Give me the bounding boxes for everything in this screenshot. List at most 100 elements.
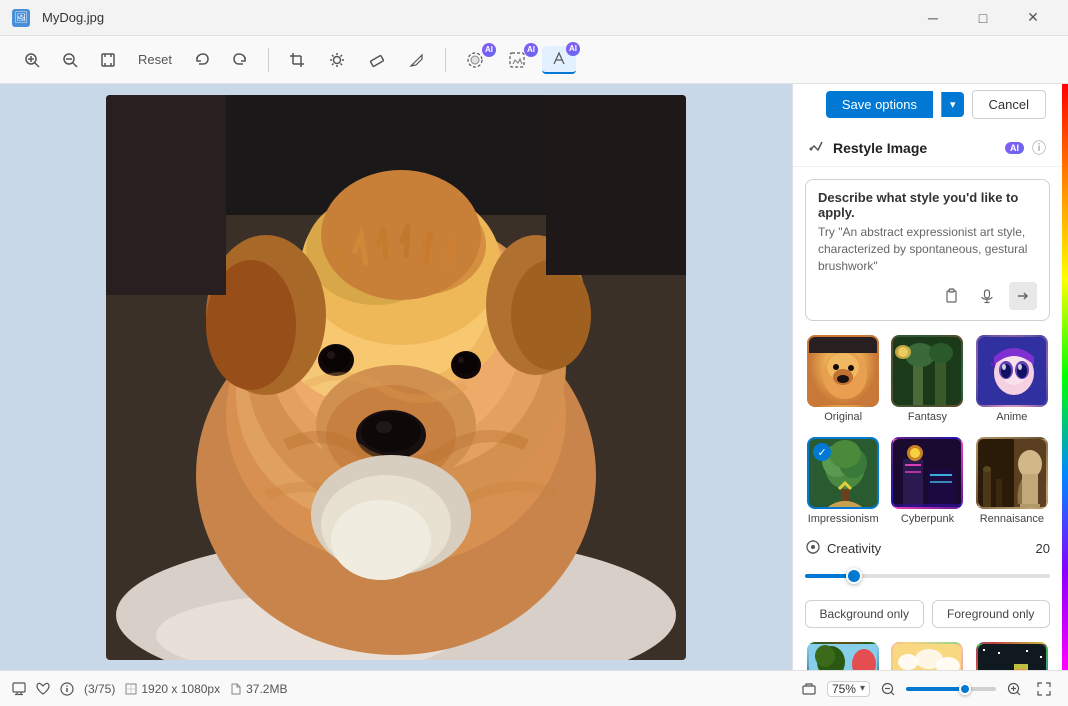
heart-icon-item[interactable] <box>36 682 50 696</box>
paste-icon-button[interactable] <box>937 282 965 310</box>
cancel-button[interactable]: Cancel <box>972 90 1046 119</box>
style-papercraft[interactable]: Paper Craft <box>889 642 965 670</box>
cancel-label: Cancel <box>989 97 1029 112</box>
style-label-fantasy: Fantasy <box>908 411 947 423</box>
slider-thumb[interactable] <box>846 568 862 584</box>
brightness-tool-button[interactable] <box>321 44 353 76</box>
app-icon-glyph: 🖼 <box>14 11 28 24</box>
style-grid-row3: Surrealism <box>805 642 1050 670</box>
ai-badge-restyle: AI <box>566 42 580 56</box>
style-rennaisance[interactable]: Rennaisance <box>974 437 1050 525</box>
style-thumb-rennaisance <box>976 437 1048 509</box>
info-circle-icon <box>60 682 74 696</box>
mic-icon-button[interactable] <box>973 282 1001 310</box>
zoom-slider-thumb[interactable] <box>959 683 971 695</box>
zoom-slider-track <box>906 687 996 691</box>
prompt-actions <box>818 282 1037 310</box>
save-dropdown-button[interactable]: ▾ <box>941 92 964 117</box>
title-bar: 🖼 MyDog.jpg ─ □ ✕ <box>0 0 1068 36</box>
style-thumb-cyberpunk <box>891 437 963 509</box>
dog-painting-svg <box>106 95 686 660</box>
restyle-ai-button[interactable]: AI <box>542 46 576 74</box>
save-options-button[interactable]: Save options <box>826 91 933 118</box>
prompt-example: Try "An abstract expressionist art style… <box>818 224 1037 274</box>
style-anime[interactable]: Anime <box>974 335 1050 423</box>
zoom-slider-wrapper[interactable] <box>906 687 996 691</box>
toolbar-left: Reset <box>16 44 256 76</box>
canvas-area[interactable] <box>0 84 792 670</box>
zoom-select-container: 75% ▾ <box>827 681 870 697</box>
ai-badge-removebg: AI <box>482 43 496 57</box>
status-bar: (3/75) 1920 x 1080px 37.2MB 75% <box>0 670 1068 706</box>
style-impressionism[interactable]: ✓ Impressionism <box>805 437 881 525</box>
bottom-info: (3/75) 1920 x 1080px 37.2MB <box>12 682 287 696</box>
shape-button[interactable] <box>797 677 821 701</box>
crop-tool-button[interactable] <box>281 44 313 76</box>
monitor-icon <box>12 682 26 696</box>
save-label: Save options <box>842 97 917 112</box>
style-label-original: Original <box>824 411 862 423</box>
style-grid-row2: ✓ Impressionism <box>805 437 1050 525</box>
creativity-section: Creativity 20 <box>805 539 1050 586</box>
style-original[interactable]: Original <box>805 335 881 423</box>
close-button[interactable]: ✕ <box>1010 0 1056 36</box>
creativity-icon <box>805 539 821 558</box>
zoom-level: 75% <box>832 682 856 696</box>
style-pixelart[interactable]: Pixel Art <box>974 642 1050 670</box>
style-fantasy[interactable]: Fantasy <box>889 335 965 423</box>
maximize-button[interactable]: □ <box>960 0 1006 36</box>
style-thumb-original <box>807 335 879 407</box>
fit-view-button[interactable] <box>92 44 124 76</box>
generative-fill-ai-button[interactable]: AI <box>500 47 534 73</box>
remove-bg-ai-button[interactable]: AI <box>458 47 492 73</box>
style-label-impressionism: Impressionism <box>808 513 879 525</box>
reset-label: Reset <box>138 52 172 67</box>
file-size: 37.2MB <box>246 682 287 696</box>
panel-header: Restyle Image AI ⓘ <box>793 125 1062 167</box>
info-icon-item[interactable] <box>60 682 74 696</box>
style-thumb-anime <box>976 335 1048 407</box>
toolbar-separator-1 <box>268 48 269 72</box>
panel-body: Describe what style you'd like to apply.… <box>793 167 1062 670</box>
panel-title: Restyle Image <box>833 140 997 156</box>
heart-icon <box>36 682 50 696</box>
foreground-only-button[interactable]: Foreground only <box>932 600 1051 628</box>
background-only-button[interactable]: Background only <box>805 600 924 628</box>
style-thumb-papercraft <box>891 642 963 670</box>
zoom-controls: 75% ▾ <box>797 677 1056 701</box>
zoom-dropdown-icon[interactable]: ▾ <box>860 683 865 694</box>
zoom-slider-fill <box>906 687 965 691</box>
redo-button[interactable] <box>224 44 256 76</box>
pencil-tool-button[interactable] <box>401 44 433 76</box>
top-action-bar: Save options ▾ Cancel <box>793 84 1062 125</box>
page-count: (3/75) <box>84 682 115 696</box>
toolbar-separator-2 <box>445 48 446 72</box>
zoom-out-button[interactable] <box>54 44 86 76</box>
file-icon <box>230 683 242 695</box>
zoom-in-button[interactable] <box>16 44 48 76</box>
prompt-title: Describe what style you'd like to apply. <box>818 190 1037 220</box>
window-controls: ─ □ ✕ <box>910 0 1056 36</box>
style-surrealism[interactable]: Surrealism <box>805 642 881 670</box>
eraser-tool-button[interactable] <box>361 44 393 76</box>
style-grid-row1: Original <box>805 335 1050 423</box>
main-image <box>106 95 686 660</box>
fullscreen-button[interactable] <box>1032 677 1056 701</box>
app-icon: 🖼 <box>12 9 30 27</box>
style-thumb-impressionism: ✓ <box>807 437 879 509</box>
zoom-out-status-button[interactable] <box>876 677 900 701</box>
creativity-label: Creativity <box>827 541 1030 556</box>
info-icon[interactable]: ⓘ <box>1032 138 1046 158</box>
style-cyberpunk[interactable]: Cyberpunk <box>889 437 965 525</box>
creativity-header: Creativity 20 <box>805 539 1050 558</box>
creativity-slider[interactable] <box>805 566 1050 586</box>
reset-button[interactable]: Reset <box>130 48 180 71</box>
zoom-in-status-button[interactable] <box>1002 677 1026 701</box>
style-thumb-surrealism <box>807 642 879 670</box>
minimize-button[interactable]: ─ <box>910 0 956 36</box>
undo-button[interactable] <box>186 44 218 76</box>
submit-prompt-button[interactable] <box>1009 282 1037 310</box>
style-thumb-fantasy <box>891 335 963 407</box>
prompt-box[interactable]: Describe what style you'd like to apply.… <box>805 179 1050 321</box>
panel-ai-badge: AI <box>1005 142 1024 154</box>
